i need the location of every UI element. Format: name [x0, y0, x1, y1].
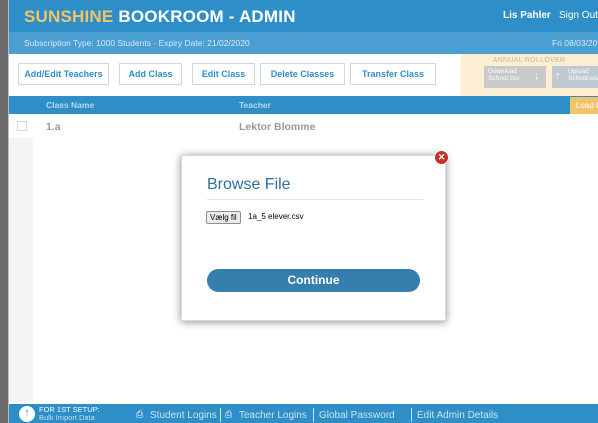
footer-divider — [313, 408, 314, 422]
upload-label: Upload — [568, 68, 589, 75]
first-setup-link[interactable]: FOR 1ST SETUP: Bulk Import Data — [39, 406, 100, 422]
dialog-title: Browse File — [207, 176, 291, 193]
choose-file-button[interactable]: Vælg fil — [206, 211, 241, 224]
user-name[interactable]: Lis Pahler — [503, 10, 551, 21]
close-icon[interactable]: ✕ — [435, 151, 448, 164]
edit-class-button[interactable]: Edit Class — [192, 63, 255, 85]
window-gutter — [0, 0, 8, 423]
footer-divider — [220, 408, 221, 422]
student-logins-link[interactable]: Student Logins — [150, 410, 217, 421]
arrow-up-icon: ↑ — [555, 70, 561, 82]
first-setup-subtitle: Bulk Import Data — [39, 413, 95, 422]
upload-file: School.csv — [568, 75, 598, 82]
dialog-divider — [207, 199, 423, 200]
add-class-button[interactable]: Add Class — [119, 63, 182, 85]
app-title: SUNSHINE BOOKROOM - ADMIN — [24, 7, 296, 27]
teacher-logins-link[interactable]: Teacher Logins — [239, 410, 307, 421]
add-edit-teachers-button[interactable]: Add/Edit Teachers — [18, 63, 109, 85]
selected-file-name: 1a_5 elever.csv — [248, 212, 304, 221]
global-password-link[interactable]: Global Password — [319, 410, 395, 421]
page: SUNSHINE BOOKROOM - ADMIN Lis Pahler Sig… — [0, 0, 598, 423]
column-header-class-name[interactable]: Class Name — [46, 100, 94, 110]
delete-classes-button[interactable]: Delete Classes — [260, 63, 345, 85]
footer-divider — [411, 408, 412, 422]
upload-arrow-icon[interactable]: ↑ — [19, 406, 35, 422]
column-header-teacher[interactable]: Teacher — [239, 100, 271, 110]
printer-icon: ⎙ — [225, 409, 233, 419]
browse-file-dialog: Browse File Vælg fil 1a_5 elever.csv Con… — [181, 155, 446, 321]
printer-icon: ⎙ — [136, 409, 144, 419]
continue-button[interactable]: Continue — [207, 269, 420, 292]
brand-highlight: SUNSHINE — [24, 7, 114, 26]
table-header — [9, 96, 598, 114]
transfer-class-button[interactable]: Transfer Class — [350, 63, 436, 85]
arrow-down-icon: ↓ — [534, 70, 540, 82]
edit-admin-details-link[interactable]: Edit Admin Details — [417, 410, 498, 421]
current-date: Fri 08/03/2019 — [552, 38, 598, 48]
subscription-info: Subscription Type: 1000 Students - Expir… — [24, 38, 250, 48]
brand-text: BOOKROOM - ADMIN — [118, 7, 296, 26]
annual-rollover-title: ANNUAL ROLLOVER — [492, 57, 566, 64]
sign-out-link[interactable]: Sign Out — [559, 10, 598, 21]
load-classes-button[interactable]: Load Classes — [570, 97, 598, 114]
